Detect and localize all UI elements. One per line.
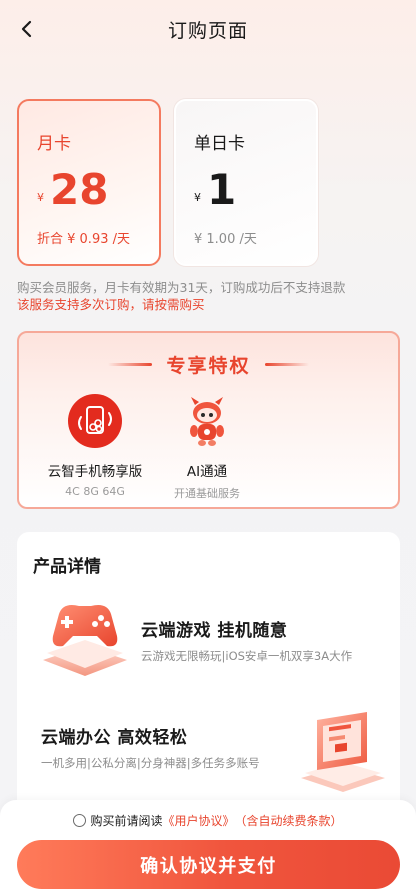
currency-symbol: ¥	[194, 191, 201, 204]
privilege-ai-tongtong[interactable]: AI通通 开通基础服务	[155, 393, 259, 501]
feature-title: 云端游戏 挂机随意	[141, 621, 288, 641]
privilege-spec: 4C 8G 64G	[65, 485, 125, 498]
agreement-checkbox[interactable]	[73, 814, 87, 827]
repeat-purchase-notice: 该服务支持多次订购，请按需购买	[17, 297, 205, 312]
agreement-prefix: 购买前请阅读	[90, 814, 163, 828]
plan-card-daily[interactable]: 单日卡 ¥ 1 ¥ 1.00 /天	[174, 99, 318, 266]
privileges-card: 专享特权 云智手机畅享版 4C 8G 64G AI通通 开通基础服务	[17, 331, 400, 509]
agreement-row: 购买前请阅读 《用户协议》 （含自动续费条款）	[0, 812, 416, 829]
office-screen-icon	[301, 712, 385, 792]
back-arrow-icon	[21, 20, 32, 38]
feature-description: 一机多用|公私分离|分身神器|多任务多账号	[41, 756, 260, 770]
plan-price-row: ¥ 1	[194, 166, 316, 214]
cloud-phone-icon	[68, 394, 122, 448]
checkout-bar: 购买前请阅读 《用户协议》 （含自动续费条款） 确认协议并支付	[0, 800, 416, 891]
plan-name: 单日卡	[194, 134, 245, 154]
plan-options: 月卡 ¥ 28 折合 ¥ 0.93 /天 单日卡 ¥ 1 ¥ 1.00 /天	[17, 99, 400, 266]
auto-renew-clause: （含自动续费条款）	[234, 814, 343, 828]
feature-description: 云游戏无限畅玩|iOS安卓一机双享3A大作	[141, 649, 353, 663]
plan-daily-rate: ¥ 1.00 /天	[194, 232, 257, 247]
product-details-title: 产品详情	[33, 557, 101, 577]
currency-symbol: ¥	[37, 191, 44, 204]
gamepad-icon	[43, 605, 127, 676]
product-details-card: 产品详情 云端游戏 挂机随意 云游戏无限畅玩|iOS安卓一机双享3A大作 云端办…	[17, 532, 400, 832]
feature-title: 云端办公 高效轻松	[41, 728, 188, 748]
back-button[interactable]	[14, 16, 40, 42]
plan-price: 28	[50, 165, 109, 214]
plan-daily-rate: 折合 ¥ 0.93 /天	[37, 232, 130, 247]
privilege-spec: 开通基础服务	[174, 487, 240, 500]
divider-left	[108, 363, 153, 366]
privilege-name: AI通通	[186, 464, 228, 480]
confirm-pay-button[interactable]: 确认协议并支付	[17, 840, 400, 889]
plan-price-row: ¥ 28	[37, 166, 159, 214]
page-title: 订购页面	[167, 19, 248, 42]
privilege-cloud-phone[interactable]: 云智手机畅享版 4C 8G 64G	[43, 393, 147, 498]
plan-card-monthly[interactable]: 月卡 ¥ 28 折合 ¥ 0.93 /天	[17, 99, 161, 266]
privileges-header: 专享特权	[19, 351, 398, 378]
plan-price: 1	[207, 165, 237, 214]
privileges-title: 专享特权	[166, 355, 251, 377]
plan-name: 月卡	[37, 134, 71, 154]
privilege-name: 云智手机畅享版	[47, 464, 143, 480]
user-agreement-link[interactable]: 《用户协议》	[162, 812, 234, 829]
divider-right	[264, 363, 309, 366]
ai-mascot-icon	[190, 397, 224, 446]
header: 订购页面	[0, 0, 416, 58]
